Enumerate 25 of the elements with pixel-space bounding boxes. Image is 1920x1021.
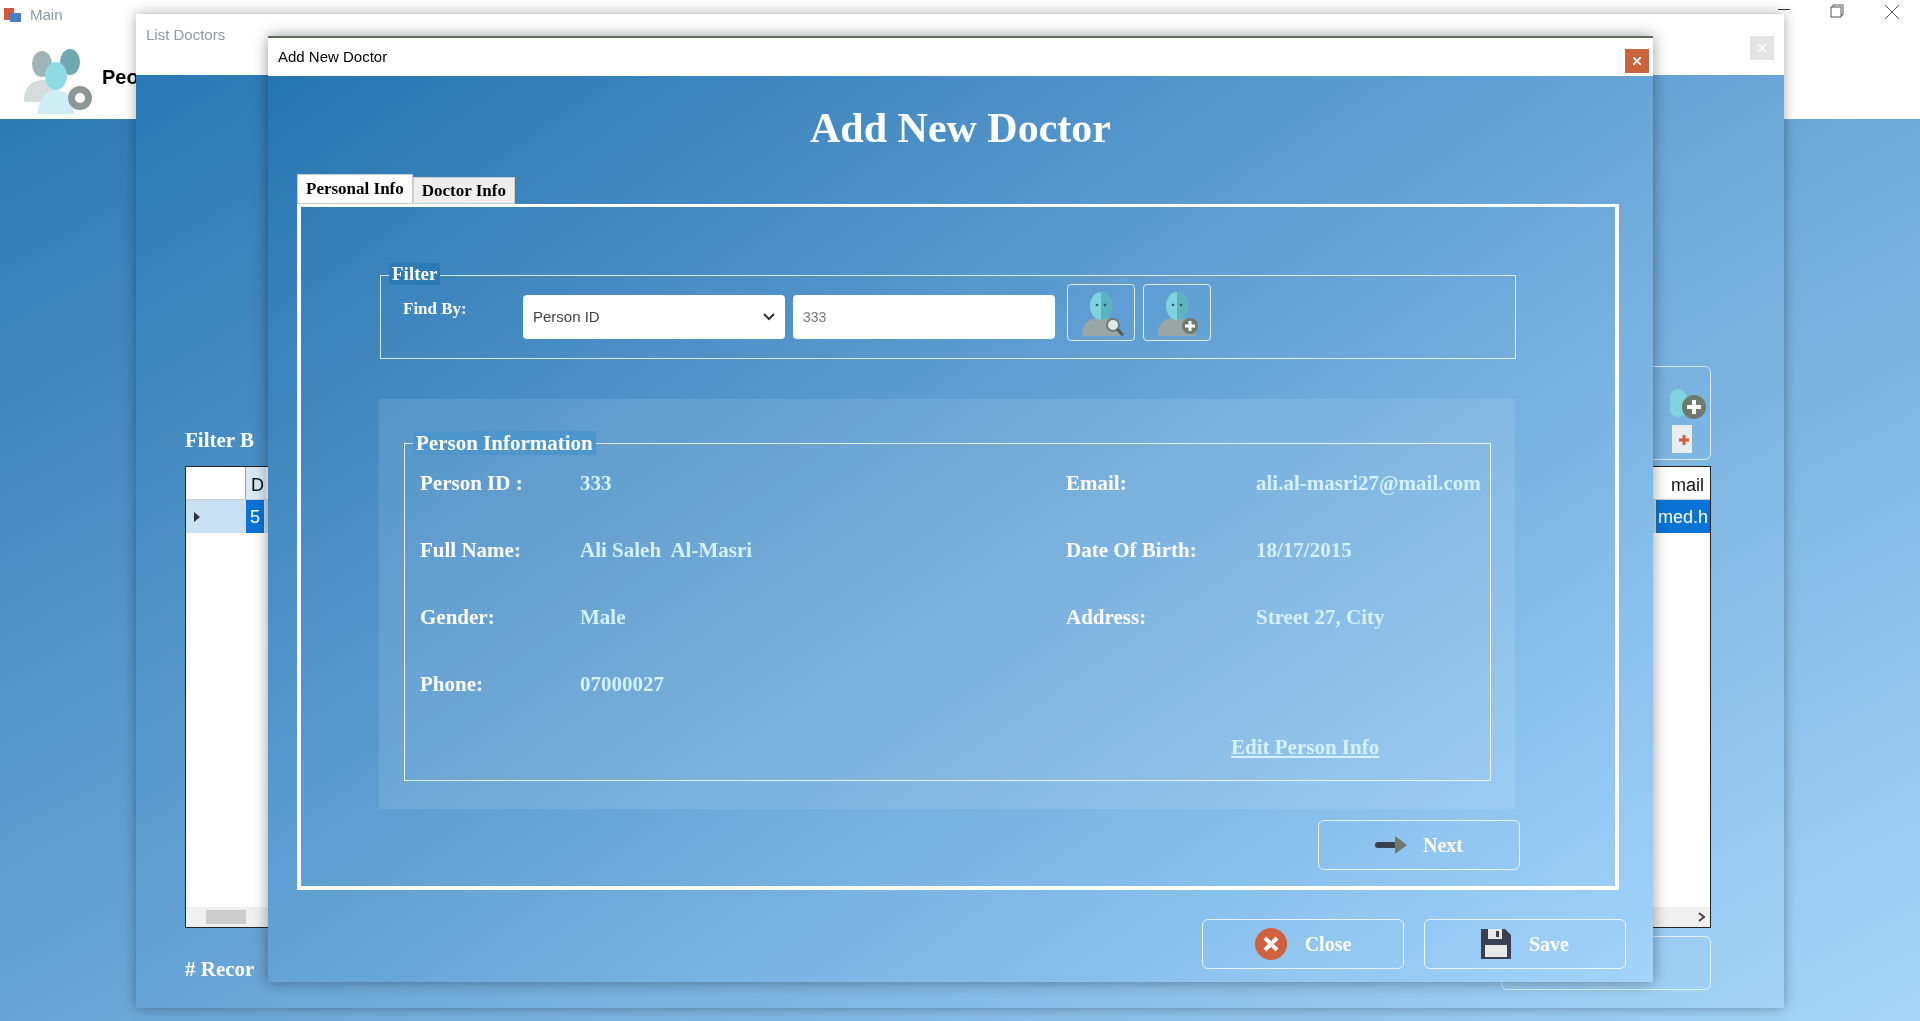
field-label: Person ID : bbox=[420, 470, 524, 497]
field-value: 333 bbox=[580, 470, 613, 497]
field-value: 18/17/2015 bbox=[1256, 537, 1352, 564]
field-label: Full Name: bbox=[420, 537, 522, 564]
field-label: Gender: bbox=[420, 604, 496, 631]
field-value: Street 27, City bbox=[1256, 604, 1385, 631]
field-label: Address: bbox=[1066, 604, 1148, 631]
field-label: Date Of Birth: bbox=[1066, 537, 1198, 564]
records-label: # Recor bbox=[185, 956, 255, 983]
group-legend: Person Information bbox=[413, 431, 596, 455]
dialog-title: Add New Doctor bbox=[278, 46, 388, 67]
group-legend: Filter bbox=[389, 263, 441, 285]
field-value: Male bbox=[580, 604, 627, 631]
dialog-heading: Add New Doctor bbox=[810, 104, 1111, 153]
table-cell: 5 bbox=[246, 500, 264, 533]
table-cell: med.h bbox=[1655, 500, 1710, 533]
field-value: 07000027 bbox=[580, 671, 665, 698]
filter-label: Filter B bbox=[185, 427, 254, 454]
find-by-label: Find By: bbox=[403, 298, 468, 320]
window-title: Main bbox=[30, 5, 63, 25]
field-label: Email: bbox=[1066, 470, 1128, 497]
field-value: Ali Saleh Al-Masri bbox=[580, 537, 754, 564]
field-value: ali.al-masri27@mail.com bbox=[1256, 470, 1481, 497]
window-title: List Doctors bbox=[146, 25, 226, 45]
field-label: Phone: bbox=[420, 671, 484, 698]
